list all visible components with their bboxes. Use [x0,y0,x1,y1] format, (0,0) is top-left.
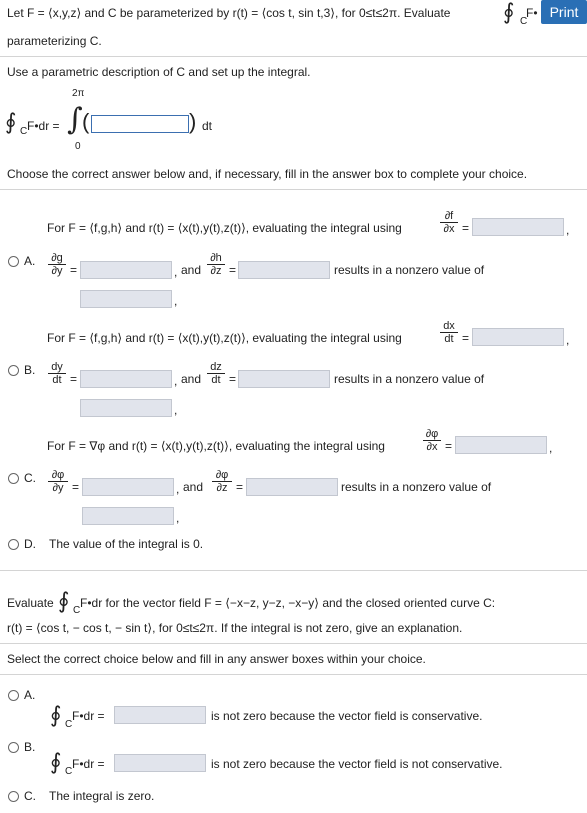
curve-text: r(t) = ⟨cos t, − cos t, − sin t⟩, for 0≤… [7,621,463,635]
and-text: and [181,263,202,277]
equals-sign: = [229,263,237,277]
lower-limit: 0 [75,141,81,152]
option-d-letter: D. [24,537,36,551]
divider [0,570,587,571]
close-paren: ) [189,109,197,134]
equals-sign: = [462,331,470,345]
option-a-input-1[interactable] [80,261,172,279]
option-a-letter: A. [24,254,36,268]
part2-option-b-letter: B. [24,740,36,754]
contour-integral-icon: ∮ [5,110,17,135]
equals-sign: = [70,372,78,386]
print-button[interactable]: Print [541,0,587,24]
part2-option-a-radio[interactable] [8,690,19,701]
option-d-text: The value of the integral is 0. [49,537,204,551]
equals-sign: = [462,221,470,235]
contour-integral-icon: ∮ [50,750,62,775]
equals-sign: = [445,439,453,453]
comma: , [566,333,570,347]
part2-option-b-lhs: F•dr = [72,757,105,771]
open-paren: ( [82,109,90,134]
fraction-dphi-dx: ∂φ ∂x [423,428,441,453]
option-c-input-1[interactable] [82,478,174,496]
part2-option-a-input[interactable] [114,706,206,724]
part2-option-a-text: is not zero because the vector field is … [211,709,483,723]
select-text: Select the correct choice below and fill… [7,652,426,666]
contour-integral-icon: ∮ [50,703,62,728]
part2-option-c-letter: C. [24,789,36,803]
period: , [174,403,178,417]
contour-integral-icon: ∮ [503,0,515,25]
intro-text: Let F = ⟨x,y,z⟩ and C be parameterized b… [7,6,451,20]
and-text: and [181,372,202,386]
period: , [174,294,178,308]
integral-sign-icon: ∫ [67,102,83,137]
equals-sign: = [70,263,78,277]
option-c-radio[interactable] [8,473,19,484]
contour-integral-icon: ∮ [58,589,70,614]
fraction-dy-dt: dy dt [48,361,66,386]
period: , [176,511,180,525]
fraction-dphi-dz: ∂φ ∂z [212,469,232,494]
comma: , [174,265,178,279]
fraction-dg-dy: ∂g ∂y [48,252,66,277]
option-a-input-2[interactable] [238,261,330,279]
comma: , [174,374,178,388]
fraction-df-dx: ∂f ∂x [440,210,458,235]
option-c-line1: For F = ∇φ and r(t) = ⟨x(t),y(t),z(t)⟩, … [47,439,385,453]
option-a-top-input[interactable] [472,218,564,236]
option-a-result-input[interactable] [80,290,172,308]
instruction-text: Use a parametric description of C and se… [7,65,311,79]
fraction-dphi-dy: ∂φ ∂y [48,469,68,494]
evaluate-tail: F•dr for the vector field F = ⟨−x−z, y−z… [80,596,496,610]
option-c-input-2[interactable] [246,478,338,496]
option-c-result-input[interactable] [82,507,174,525]
part2-option-c-radio[interactable] [8,791,19,802]
divider [0,643,587,644]
integral-lhs: F•dr = [27,119,60,133]
option-a-line1: For F = ⟨f,g,h⟩ and r(t) = ⟨x(t),y(t),z(… [47,221,402,235]
comma: , [549,441,553,455]
option-b-input-1[interactable] [80,370,172,388]
option-b-line1: For F = ⟨f,g,h⟩ and r(t) = ⟨x(t),y(t),z(… [47,331,402,345]
divider [0,189,587,190]
divider [0,56,587,57]
equals-sign: = [72,480,80,494]
intro-line2: parameterizing C. [7,34,102,48]
option-b-letter: B. [24,363,36,377]
integrand-input[interactable] [91,115,189,133]
option-a-result: results in a nonzero value of [334,263,485,277]
option-b-input-2[interactable] [238,370,330,388]
equals-sign: = [236,480,244,494]
fraction-dx-dt: dx dt [440,320,458,345]
option-c-result: results in a nonzero value of [341,480,492,494]
part2-option-b-text: is not zero because the vector field is … [211,757,503,771]
option-b-result-input[interactable] [80,399,172,417]
comma: , [176,482,180,496]
option-c-top-input[interactable] [455,436,547,454]
intro-tail: F• [526,6,538,20]
upper-limit: 2π [72,88,85,99]
part2-option-c-text: The integral is zero. [49,789,155,803]
divider [0,674,587,675]
option-d-radio[interactable] [8,539,19,550]
part2-option-a-lhs: F•dr = [72,709,105,723]
part2-option-b-input[interactable] [114,754,206,772]
evaluate-text: Evaluate [7,596,54,610]
option-b-result: results in a nonzero value of [334,372,485,386]
fraction-dz-dt: dz dt [207,361,225,386]
comma: , [566,223,570,237]
equals-sign: = [229,372,237,386]
option-b-top-input[interactable] [472,328,564,346]
choose-text: Choose the correct answer below and, if … [7,167,528,181]
dt-label: dt [202,119,213,133]
option-c-letter: C. [24,471,36,485]
and-text: and [183,480,204,494]
fraction-dh-dz: ∂h ∂z [207,252,225,277]
option-b-radio[interactable] [8,365,19,376]
part2-option-a-letter: A. [24,688,36,702]
option-a-radio[interactable] [8,256,19,267]
part2-option-b-radio[interactable] [8,742,19,753]
